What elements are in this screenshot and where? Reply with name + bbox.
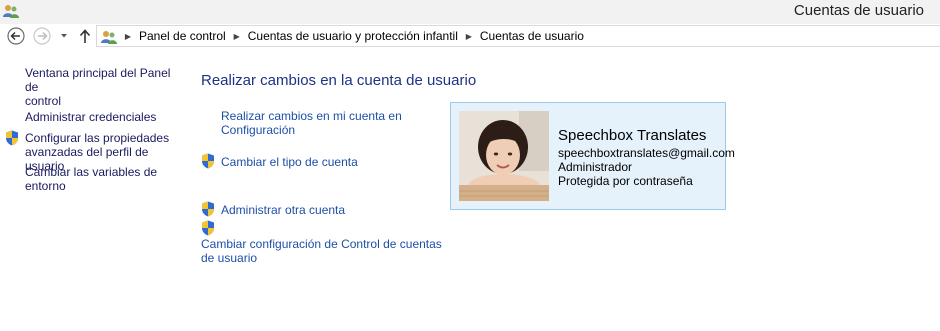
account-name: Speechbox Translates <box>558 127 707 144</box>
sidebar-item-label: Cambiar las variables de <box>25 165 158 179</box>
task-label: de usuario <box>201 251 258 265</box>
breadcrumb: ▶ Panel de control ▶ Cuentas de usuario … <box>121 29 588 43</box>
task-cambiar-tipo-cuenta[interactable]: Cambiar el tipo de cuenta <box>221 155 358 169</box>
task-label: Administrar otra cuenta <box>221 203 346 217</box>
uac-shield-icon <box>202 153 214 169</box>
task-label: Realizar cambios en mi cuenta en <box>221 109 402 123</box>
sidebar-item-label: Ventana principal del Panel de <box>25 66 171 94</box>
address-bar[interactable]: ▶ Panel de control ▶ Cuentas de usuario … <box>96 25 940 47</box>
sidebar-item-administrar-credenciales[interactable]: Administrar credenciales <box>25 110 175 124</box>
avatar <box>459 111 549 201</box>
account-protection: Protegida por contraseña <box>558 174 693 188</box>
up-arrow-icon[interactable] <box>78 27 92 45</box>
account-tile: Speechbox Translates speechboxtranslates… <box>450 102 735 210</box>
sidebar-item-label: control <box>25 94 62 108</box>
chevron-down-icon[interactable] <box>59 32 69 40</box>
uac-shield-icon <box>6 130 18 146</box>
breadcrumb-separator-icon[interactable]: ▶ <box>462 32 476 41</box>
task-cambios-en-configuracion[interactable]: Realizar cambios en mi cuenta en Configu… <box>221 109 402 137</box>
control-panel-icon <box>101 31 117 44</box>
sidebar-item-variables-entorno[interactable]: Cambiar las variables de entorno <box>25 165 175 193</box>
task-label: Configuración <box>221 123 296 137</box>
breadcrumb-panel-de-control[interactable]: Panel de control <box>135 29 230 43</box>
account-email: speechboxtranslates@gmail.com <box>558 146 735 160</box>
sidebar-item-label: Administrar credenciales <box>25 110 157 124</box>
back-arrow-icon[interactable] <box>7 27 25 45</box>
forward-arrow-icon[interactable] <box>33 27 51 45</box>
breadcrumb-separator-icon[interactable]: ▶ <box>230 32 244 41</box>
task-administrar-otra-cuenta[interactable]: Administrar otra cuenta <box>221 203 345 217</box>
sidebar-item-label: Configurar las propiedades <box>25 131 170 145</box>
navigation-bar: ▶ Panel de control ▶ Cuentas de usuario … <box>0 24 940 48</box>
uac-shield-icon <box>202 201 214 217</box>
task-control-cuentas-usuario[interactable]: Cambiar configuración de Control de cuen… <box>201 237 442 265</box>
profile-photo <box>459 111 549 201</box>
user-accounts-icon <box>3 5 19 18</box>
task-label: Cambiar configuración de Control de cuen… <box>201 237 442 251</box>
uac-shield-icon <box>202 220 214 236</box>
page-title: Realizar cambios en la cuenta de usuario <box>201 72 477 89</box>
sidebar-item-label: entorno <box>25 179 66 193</box>
window-title: Cuentas de usuario <box>793 2 924 19</box>
breadcrumb-separator-icon[interactable]: ▶ <box>121 32 135 41</box>
account-role: Administrador <box>558 160 633 174</box>
task-label: Cambiar el tipo de cuenta <box>221 155 358 169</box>
breadcrumb-cuentas-de-usuario[interactable]: Cuentas de usuario <box>476 29 588 43</box>
title-bar: Cuentas de usuario <box>0 0 940 24</box>
breadcrumb-cuentas-y-proteccion[interactable]: Cuentas de usuario y protección infantil <box>244 29 462 43</box>
sidebar-item-panel-principal[interactable]: Ventana principal del Panel de control <box>25 66 175 108</box>
